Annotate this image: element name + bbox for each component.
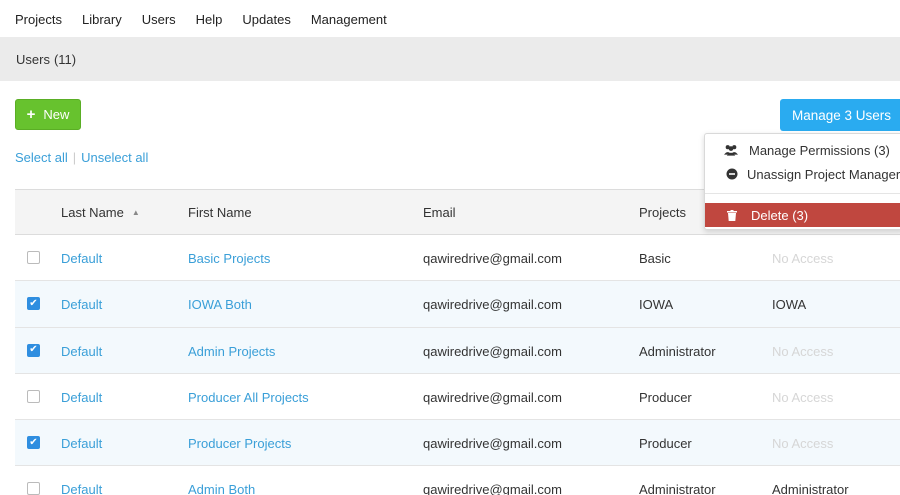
cell-email: qawiredrive@gmail.com [423, 482, 562, 495]
header-email[interactable]: Email [423, 205, 456, 220]
select-all-link[interactable]: Select all [15, 150, 68, 165]
cell-email: qawiredrive@gmail.com [423, 436, 562, 452]
cell-last-name[interactable]: Default [61, 297, 102, 312]
cell-first-name[interactable]: Basic Projects [188, 251, 270, 266]
separator: | [72, 150, 77, 165]
table-body: Default Basic Projects qawiredrive@gmail.c… [15, 235, 900, 495]
new-button-label: New [43, 107, 70, 122]
cell-projects: Administrator [639, 343, 716, 359]
cell-first-name[interactable]: Producer All Projects [188, 390, 309, 405]
header-last-name[interactable]: Last Name ▲ [61, 205, 140, 220]
table-row[interactable]: ✔ Default Admin Projects qawiredrive@gmail.… [15, 327, 900, 374]
cell-access: No Access [772, 436, 834, 452]
table-row[interactable]: ✔ Default Producer Projects qawiredrive@gma… [15, 420, 900, 467]
cell-access: Administrator [772, 482, 849, 495]
cell-access: IOWA [772, 297, 807, 313]
menu-item-unassign-manager[interactable]: Unassign Project Manager [705, 163, 900, 185]
cell-first-name[interactable]: Admin Both [188, 482, 255, 495]
cell-projects: Basic [639, 251, 671, 266]
cell-email: qawiredrive@gmail.com [423, 389, 562, 405]
cell-first-name[interactable]: IOWA Both [188, 297, 252, 312]
table-row[interactable]: Default Producer All Projects qawiredrive@… [15, 374, 900, 421]
row-checkbox[interactable]: ✔ [27, 297, 40, 311]
table-row[interactable]: Default Basic Projects qawiredrive@gmail.c… [15, 235, 900, 282]
row-checkbox[interactable]: ✔ [27, 343, 40, 357]
nav-library[interactable]: Library [82, 12, 122, 27]
cell-projects: Producer [639, 389, 692, 405]
cell-access: No Access [772, 389, 834, 405]
cell-projects: IOWA [639, 297, 674, 313]
cell-last-name[interactable]: Default [61, 251, 102, 266]
top-navigation: Projects Library Users Help Updates Mana… [0, 0, 900, 38]
menu-item-label: Manage Permissions (3) [749, 142, 890, 158]
table-row[interactable]: Default Admin Both qawiredrive@gmail.com Ad… [15, 466, 900, 495]
page-title: Users [16, 51, 50, 67]
trash-icon [725, 209, 739, 221]
menu-item-label: Delete (3) [751, 207, 809, 223]
cell-last-name[interactable]: Default [61, 344, 102, 359]
nav-management[interactable]: Management [311, 12, 387, 27]
manage-button-label: Manage 3 Users [792, 107, 892, 123]
menu-divider [705, 193, 900, 194]
cell-first-name[interactable]: Admin Projects [188, 344, 275, 359]
header-last-name-label: Last Name [61, 205, 124, 220]
selection-links: Select all | Unselect all [15, 150, 148, 165]
nav-updates[interactable]: Updates [242, 12, 290, 27]
minus-circle-icon [725, 168, 739, 180]
header-projects[interactable]: Projects [639, 205, 686, 220]
cell-email: qawiredrive@gmail.com [423, 297, 562, 313]
nav-help[interactable]: Help [196, 12, 223, 27]
cell-email: qawiredrive@gmail.com [423, 343, 562, 359]
row-checkbox[interactable]: ✔ [27, 436, 40, 450]
users-table: Last Name ▲ First Name Email Projects Def… [15, 189, 900, 495]
users-icon [724, 144, 738, 156]
page-header: Users (11) [0, 37, 900, 81]
menu-item-label: Unassign Project Manager [747, 166, 900, 182]
row-checkbox[interactable] [27, 389, 40, 403]
cell-last-name[interactable]: Default [61, 436, 102, 451]
row-checkbox[interactable] [27, 482, 40, 495]
menu-item-delete[interactable]: Delete (3) [705, 203, 900, 227]
unselect-all-link[interactable]: Unselect all [81, 150, 148, 165]
manage-users-button[interactable]: Manage 3 Users ▼ [780, 99, 900, 131]
table-row[interactable]: ✔ Default IOWA Both qawiredrive@gmail.com IO… [15, 281, 900, 328]
cell-access: No Access [772, 343, 834, 359]
cell-projects: Producer [639, 436, 692, 452]
cell-last-name[interactable]: Default [61, 390, 102, 405]
manage-users-menu: Manage Permissions (3) Unassign Project … [704, 133, 900, 230]
cell-last-name[interactable]: Default [61, 482, 102, 495]
new-user-button[interactable]: + New [15, 99, 81, 130]
cell-projects: Administrator [639, 482, 716, 495]
plus-icon: + [26, 106, 36, 123]
cell-access: No Access [772, 251, 834, 266]
row-checkbox[interactable] [27, 251, 40, 264]
nav-projects[interactable]: Projects [15, 12, 62, 27]
user-count: (11) [53, 51, 77, 67]
cell-first-name[interactable]: Producer Projects [188, 436, 291, 451]
header-first-name[interactable]: First Name [188, 205, 252, 220]
cell-email: qawiredrive@gmail.com [423, 251, 562, 266]
menu-item-manage-permissions[interactable]: Manage Permissions (3) [705, 139, 900, 161]
sort-ascending-icon: ▲ [131, 208, 140, 217]
nav-users[interactable]: Users [142, 12, 176, 27]
